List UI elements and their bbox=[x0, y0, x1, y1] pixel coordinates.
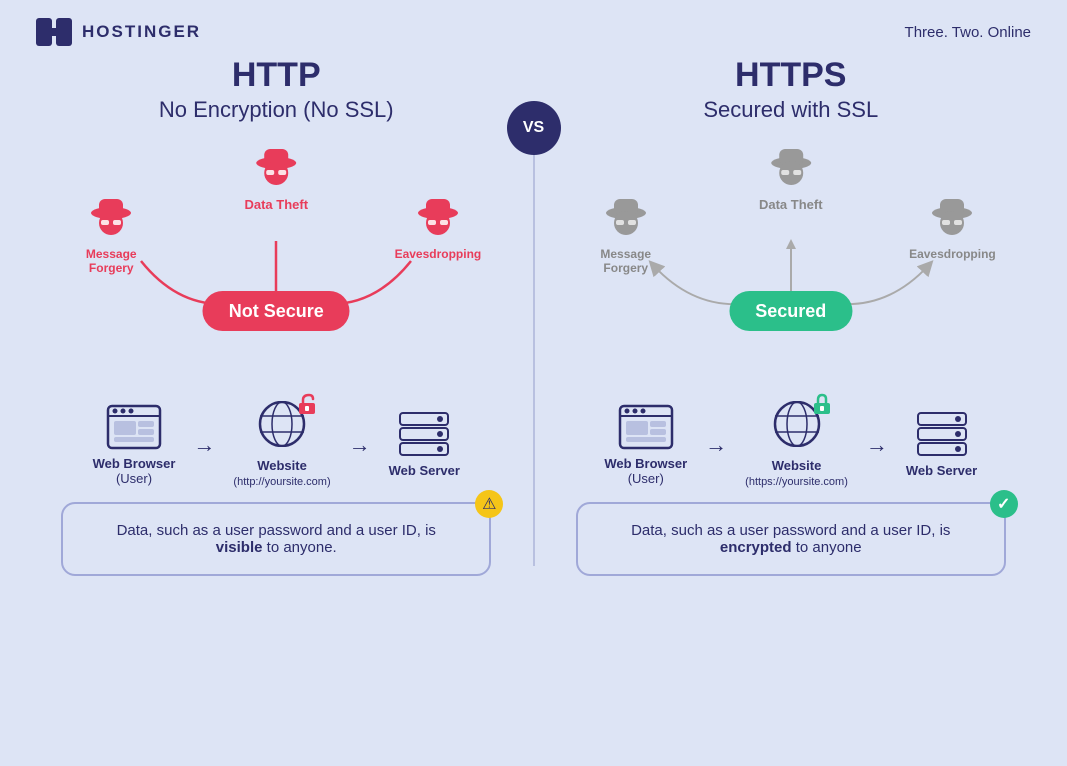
hacker-icon-left-https bbox=[600, 191, 652, 243]
web-server-icon-https bbox=[914, 411, 970, 457]
main-content: VS HTTP No Encryption (No SSL) bbox=[0, 46, 1067, 576]
https-status-badge: Secured bbox=[729, 301, 852, 322]
web-server-icon-http bbox=[396, 411, 452, 457]
https-subtitle: Secured with SSL bbox=[703, 97, 878, 123]
https-center-label: Data Theft bbox=[759, 197, 823, 212]
http-threat-diagram: Message Forgery Data Theft bbox=[61, 141, 491, 371]
http-left-label: Message Forgery bbox=[71, 247, 151, 275]
hacker-icon-right-https bbox=[926, 191, 978, 243]
http-warn-icon: ⚠ bbox=[475, 490, 503, 518]
https-website-label: Website(https://yoursite.com) bbox=[745, 458, 848, 488]
https-arrow-2: → bbox=[866, 432, 888, 458]
hacker-icon-left-http bbox=[85, 191, 137, 243]
header: HOSTINGER Three. Two. Online bbox=[0, 0, 1067, 46]
https-info-text: Data, such as a user password and a user… bbox=[631, 522, 950, 556]
http-title: HTTP bbox=[232, 56, 321, 95]
https-data-theft: Data Theft bbox=[759, 141, 823, 212]
http-arrow-2: → bbox=[349, 432, 371, 458]
http-website: Website(http://yoursite.com) bbox=[233, 401, 330, 488]
http-web-server: Web Server bbox=[389, 411, 460, 478]
hacker-icon-center-http bbox=[250, 141, 302, 193]
web-browser-icon-https bbox=[618, 404, 674, 450]
https-right-label: Eavesdropping bbox=[909, 247, 996, 261]
hacker-icon-right-http bbox=[412, 191, 464, 243]
http-subtitle: No Encryption (No SSL) bbox=[159, 97, 394, 123]
http-status-badge: Not Secure bbox=[203, 301, 350, 322]
https-server-label: Web Server bbox=[906, 463, 977, 478]
https-web-browser: Web Browser(User) bbox=[604, 404, 687, 486]
http-message-forgery: Message Forgery bbox=[71, 191, 151, 275]
https-web-server: Web Server bbox=[906, 411, 977, 478]
http-panel: HTTP No Encryption (No SSL) bbox=[30, 56, 523, 576]
http-browser-label: Web Browser(User) bbox=[93, 456, 176, 486]
web-browser-icon-http bbox=[106, 404, 162, 450]
http-info-text: Data, such as a user password and a user… bbox=[117, 522, 436, 556]
lock-icon-http bbox=[296, 393, 318, 415]
https-eavesdropping: Eavesdropping bbox=[909, 191, 996, 261]
https-ok-icon: ✓ bbox=[990, 490, 1018, 518]
https-title: HTTPS bbox=[735, 56, 846, 95]
https-browser-row: Web Browser(User) → bbox=[604, 401, 977, 488]
http-browser-row: Web Browser(User) → bbox=[93, 401, 460, 488]
http-info-box: ⚠ Data, such as a user password and a us… bbox=[61, 502, 491, 576]
https-message-forgery: Message Forgery bbox=[586, 191, 666, 275]
https-browser-label: Web Browser(User) bbox=[604, 456, 687, 486]
http-web-browser: Web Browser(User) bbox=[93, 404, 176, 486]
vs-badge: VS bbox=[507, 101, 561, 155]
http-data-theft: Data Theft bbox=[244, 141, 308, 212]
https-panel: HTTPS Secured with SSL bbox=[545, 56, 1038, 576]
http-right-label: Eavesdropping bbox=[395, 247, 482, 261]
tagline: Three. Two. Online bbox=[905, 24, 1031, 41]
divider bbox=[533, 116, 535, 566]
hostinger-logo-icon bbox=[36, 18, 72, 46]
http-server-label: Web Server bbox=[389, 463, 460, 478]
https-arrow-1: → bbox=[705, 432, 727, 458]
lock-icon-https bbox=[811, 393, 833, 415]
https-info-box: ✓ Data, such as a user password and a us… bbox=[576, 502, 1006, 576]
http-eavesdropping: Eavesdropping bbox=[395, 191, 482, 261]
hacker-icon-center-https bbox=[765, 141, 817, 193]
logo-text: HOSTINGER bbox=[82, 22, 201, 42]
https-website: Website(https://yoursite.com) bbox=[745, 401, 848, 488]
logo: HOSTINGER bbox=[36, 18, 201, 46]
http-website-label: Website(http://yoursite.com) bbox=[233, 458, 330, 488]
http-arrow-1: → bbox=[193, 432, 215, 458]
http-center-label: Data Theft bbox=[244, 197, 308, 212]
https-left-label: Message Forgery bbox=[586, 247, 666, 275]
https-threat-diagram: Message Forgery Data Theft bbox=[576, 141, 1006, 371]
